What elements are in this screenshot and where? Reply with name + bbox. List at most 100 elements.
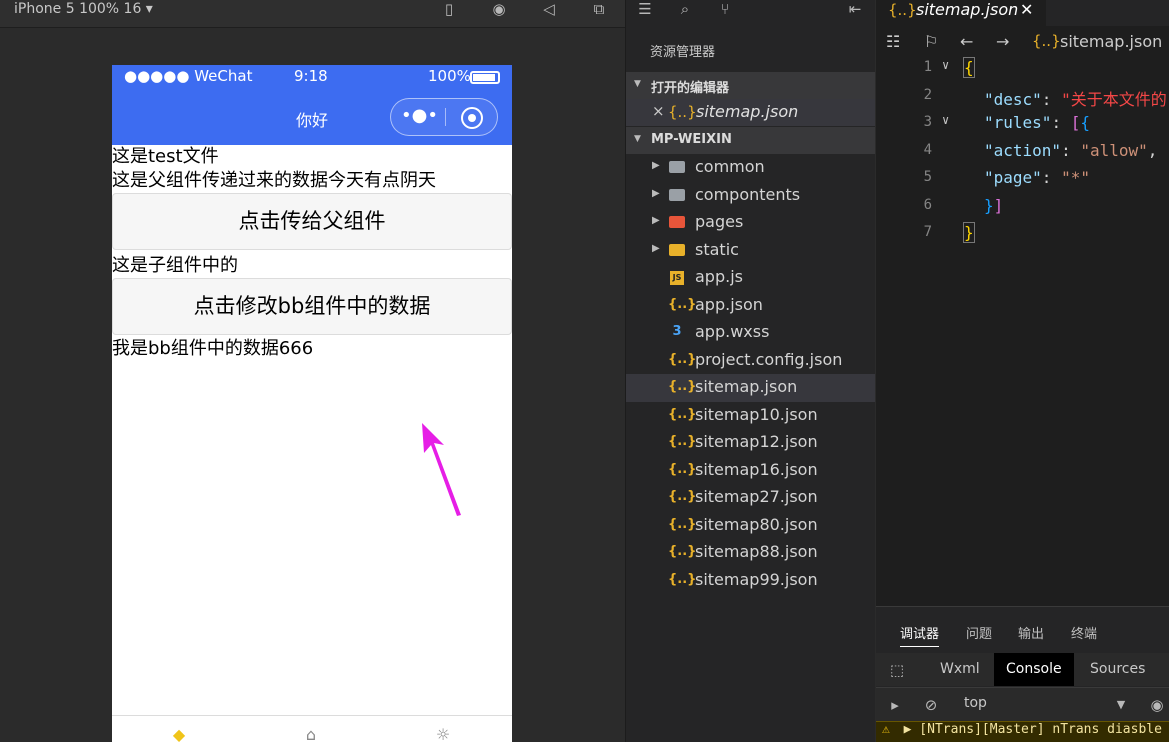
annotation-arrow — [422, 423, 461, 516]
line-number: 5 — [923, 169, 932, 185]
pass-to-parent-button[interactable]: 点击传给父组件 — [112, 193, 512, 250]
collapse-panel-icon[interactable]: ⇤ — [846, 0, 864, 18]
file-item[interactable]: {..} sitemap16.json — [626, 457, 875, 485]
clear-console-icon[interactable]: ⊘ — [922, 696, 940, 714]
folder-item[interactable]: ▶ pages — [626, 209, 875, 237]
file-name: sitemap12.json — [695, 432, 818, 451]
bookmark-icon[interactable]: ⚐ — [924, 32, 938, 51]
chevron-down-icon: ▼ — [634, 134, 641, 144]
search-icon[interactable]: ⌕ — [676, 0, 694, 18]
line-number: 7 — [923, 224, 932, 240]
bulb-tab-icon[interactable]: ☼ — [434, 726, 452, 742]
window-icon[interactable]: ⧉ — [590, 0, 608, 18]
file-name: app.js — [695, 267, 743, 286]
file-item[interactable]: 3 app.wxss — [626, 319, 875, 347]
file-name: app.wxss — [695, 322, 770, 341]
code-key: "desc" — [984, 89, 1042, 109]
simulator-pane: iPhone 5 100% 16 ▾ ▯ ◉ ◁ ⧉ ●●●●● WeChat … — [0, 0, 625, 742]
file-item[interactable]: JS app.js — [626, 264, 875, 292]
line-number: 3 — [923, 114, 932, 130]
parent-data-text: 这是父组件传递过来的数据今天有点阴天 — [112, 170, 436, 191]
menu-icon[interactable]: ☰ — [636, 0, 654, 18]
folder-item[interactable]: ▶ common — [626, 154, 875, 182]
volume-icon[interactable]: ◁ — [540, 0, 558, 18]
bb-data-text: 我是bb组件中的数据666 — [112, 338, 314, 359]
code-line: 4 "action": "allow", — [876, 138, 1169, 166]
back-arrow-icon[interactable]: ← — [960, 32, 973, 51]
code-value: "关于本文件的 — [1061, 89, 1167, 109]
activity-bar: ☰ ⌕ ⑂ ⇤ — [626, 0, 875, 26]
folder-shape — [669, 243, 685, 256]
phone-status-bar: ●●●●● WeChat 9:18 100% — [112, 65, 512, 89]
file-item[interactable]: {..} app.json — [626, 292, 875, 320]
lock-tab-icon[interactable]: ⌂ — [302, 726, 320, 742]
forward-arrow-icon[interactable]: → — [996, 32, 1009, 51]
code-value: "*" — [1061, 168, 1090, 187]
outline-icon[interactable]: ☷ — [886, 32, 900, 51]
project-section[interactable]: ▼ MP-WEIXIN — [626, 127, 875, 154]
close-icon[interactable]: ✕ — [1020, 0, 1033, 19]
file-item[interactable]: {..} sitemap12.json — [626, 429, 875, 457]
context-selector[interactable]: top — [964, 695, 987, 711]
file-item[interactable]: {..} project.config.json — [626, 347, 875, 375]
json-file-icon: {..} — [668, 406, 697, 422]
folder-item[interactable]: ▶ static — [626, 237, 875, 265]
open-editor-item[interactable]: × {..} sitemap.json — [626, 99, 875, 126]
home-tab-icon[interactable]: ◆ — [170, 726, 188, 742]
battery-percent: 100% — [428, 67, 471, 85]
file-name: sitemap10.json — [695, 404, 818, 424]
folder-item[interactable]: ▶ compontents — [626, 182, 875, 210]
code-line: 7 } — [876, 220, 1169, 248]
code-value: "allow" — [1080, 140, 1148, 160]
file-item[interactable]: {..} sitemap27.json — [626, 484, 875, 512]
file-name: static — [695, 239, 739, 259]
file-item[interactable]: {..} sitemap88.json — [626, 539, 875, 567]
devtools-tab-bar: ⬚ Wxml Console Sources — [876, 653, 1169, 686]
breadcrumb: ☷ ⚐ ← → {..} sitemap.json > — [876, 26, 1169, 58]
tab-problems[interactable]: 问题 — [966, 623, 992, 642]
tab-wxml[interactable]: Wxml — [928, 653, 992, 686]
breadcrumb-file[interactable]: sitemap.json > — [1060, 32, 1169, 51]
file-item[interactable]: {..} sitemap99.json — [626, 567, 875, 595]
editor-tab-sitemap[interactable]: {..} sitemap.json ✕ — [876, 0, 1046, 26]
console-warning: ⚠ ▶ [NTrans][Master] nTrans diasble — [876, 721, 1169, 742]
chevron-down-icon[interactable]: ▼ — [1112, 696, 1130, 714]
more-dots-icon[interactable]: •●• — [401, 107, 438, 127]
file-name: sitemap.json — [695, 377, 798, 396]
sidebar-toggle-icon[interactable]: ▸ — [886, 696, 904, 714]
close-target-icon[interactable] — [461, 107, 483, 129]
code-key: "rules" — [984, 113, 1052, 132]
fold-chevron-icon[interactable]: ∨ — [942, 58, 949, 72]
record-icon[interactable]: ◉ — [490, 0, 508, 18]
child-component-text: 这是子组件中的 — [112, 255, 238, 276]
file-item[interactable]: {..} sitemap10.json — [626, 402, 875, 430]
code-area[interactable]: 1 ∨ { 2 "desc": "关于本文件的 3 ∨ "rules": [{ … — [876, 55, 1169, 248]
tab-terminal[interactable]: 终端 — [1071, 623, 1097, 642]
file-name: sitemap16.json — [695, 459, 818, 479]
source-control-icon[interactable]: ⑂ — [716, 0, 734, 18]
tab-sources[interactable]: Sources — [1078, 653, 1157, 686]
phone-icon[interactable]: ▯ — [440, 0, 458, 18]
modify-bb-button[interactable]: 点击修改bb组件中的数据 — [112, 278, 512, 335]
eye-icon[interactable]: ◉ — [1148, 696, 1166, 714]
inspect-icon[interactable]: ⬚ — [888, 661, 906, 679]
editor-tab-bar: {..} sitemap.json ✕ — [876, 0, 1169, 26]
open-editors-section[interactable]: ▼ 打开的编辑器 — [626, 72, 875, 99]
code-line: 3 ∨ "rules": [{ — [876, 110, 1169, 138]
close-icon[interactable]: × — [652, 102, 665, 120]
device-selector[interactable]: iPhone 5 100% 16 ▾ — [14, 1, 153, 17]
page-content: 这是test文件 这是父组件传递过来的数据今天有点阴天 点击传给父组件 这是子组… — [112, 145, 512, 361]
tab-debugger[interactable]: 调试器 — [900, 623, 940, 647]
tab-output[interactable]: 输出 — [1018, 623, 1044, 642]
fold-chevron-icon[interactable]: ∨ — [942, 113, 949, 127]
code-key: "page" — [984, 168, 1042, 187]
tab-console[interactable]: Console — [994, 653, 1074, 686]
status-time: 9:18 — [294, 67, 328, 85]
file-item[interactable]: {..} sitemap80.json — [626, 512, 875, 540]
folder-icon — [668, 186, 686, 204]
file-item[interactable]: {..} sitemap.json — [626, 374, 875, 402]
json-file-icon: {..} — [668, 516, 697, 532]
debug-tab-bar: 调试器 问题 输出 终端 — [876, 607, 1169, 655]
file-name: project.config.json — [695, 349, 843, 369]
arrow-shape — [422, 423, 461, 516]
